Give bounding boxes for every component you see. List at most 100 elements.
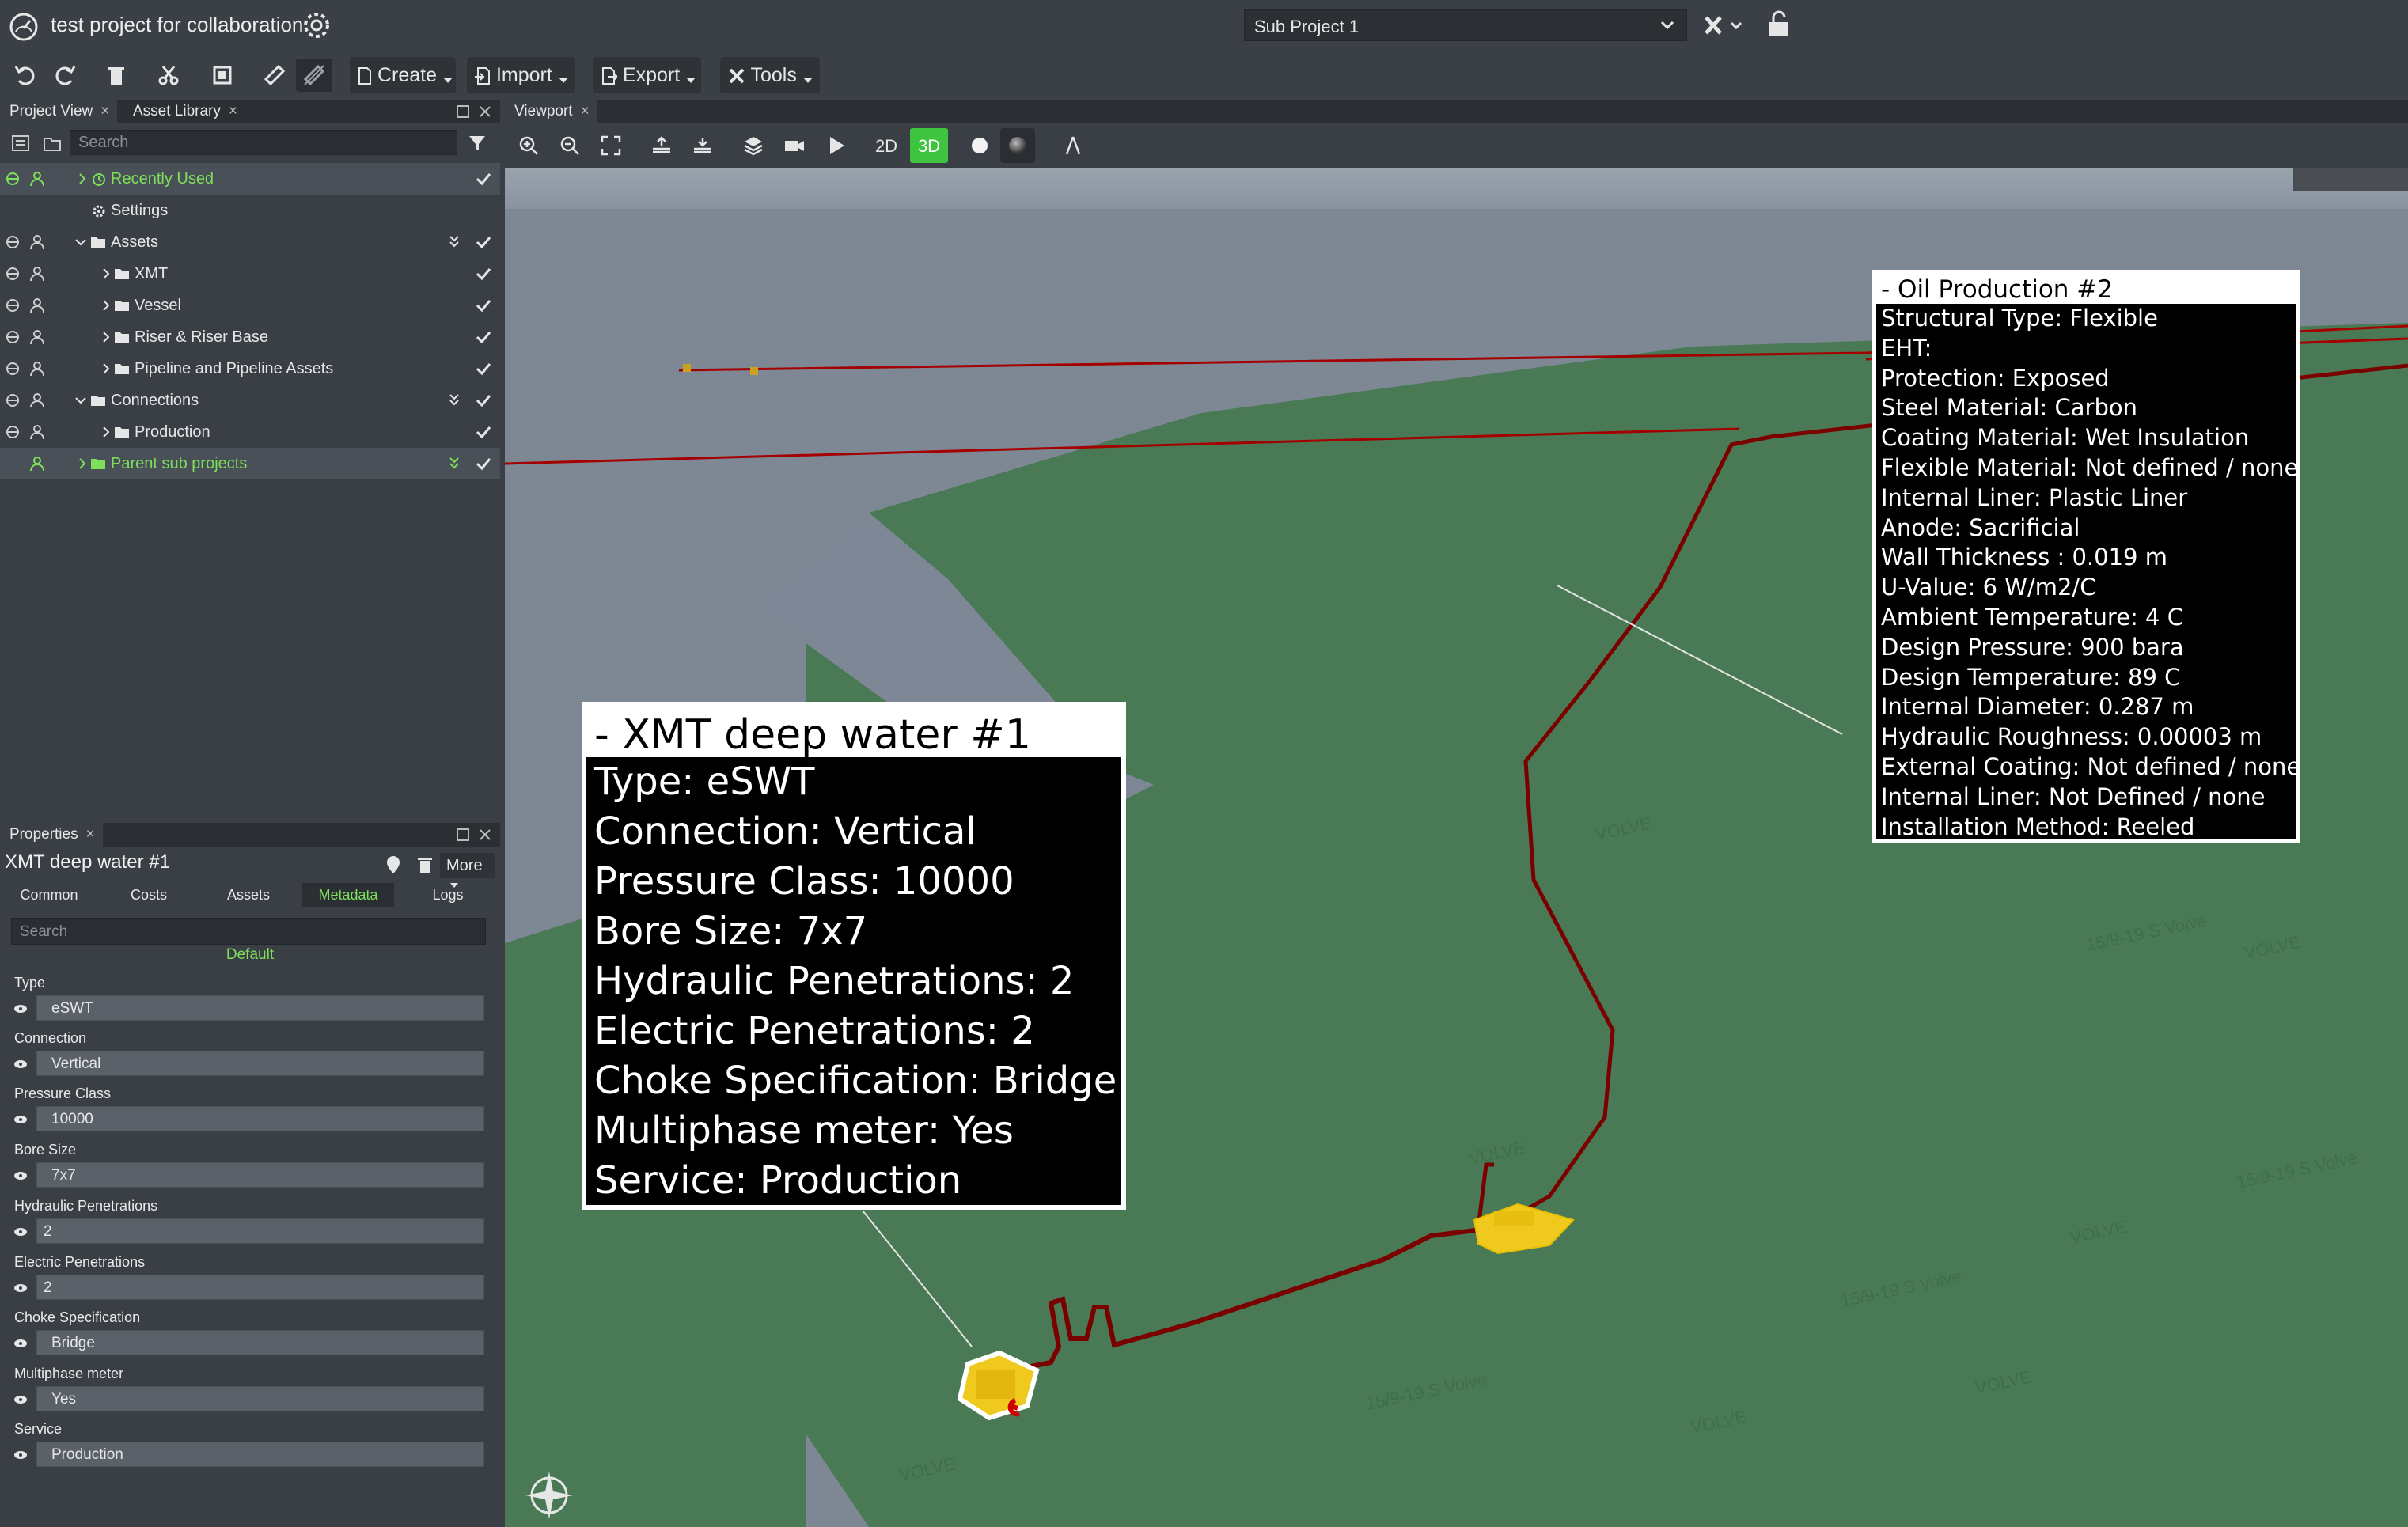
close-icon[interactable]: ×	[86, 826, 95, 843]
eye-icon[interactable]	[13, 1170, 28, 1181]
globe-icon[interactable]	[5, 424, 22, 440]
eye-icon[interactable]	[13, 1338, 28, 1349]
collapse-all-icon[interactable]	[448, 234, 461, 250]
properties-search-input[interactable]: Search	[11, 918, 486, 945]
lock-icon[interactable]	[1763, 8, 1795, 41]
ruler-icon[interactable]	[256, 59, 293, 92]
zoom-out-button[interactable]	[552, 128, 587, 163]
chevron-right-icon[interactable]	[101, 299, 111, 312]
eye-icon[interactable]	[13, 1114, 28, 1125]
globe-icon[interactable]	[5, 297, 22, 313]
cut-button[interactable]	[150, 59, 187, 92]
chevron-right-icon[interactable]	[101, 426, 111, 438]
user-icon[interactable]	[28, 424, 46, 440]
chevron-right-icon[interactable]	[78, 172, 87, 185]
check-icon[interactable]	[475, 171, 492, 187]
lower-button[interactable]	[685, 128, 720, 163]
delete-button[interactable]	[98, 59, 135, 92]
user-icon[interactable]	[28, 266, 46, 282]
field-pressure-class[interactable]: 10000	[36, 1106, 484, 1131]
globe-icon[interactable]	[5, 329, 22, 345]
tab-asset-library[interactable]: Asset Library ×	[123, 100, 245, 123]
chevron-down-icon[interactable]	[74, 237, 87, 247]
user-icon[interactable]	[28, 234, 46, 250]
measure-toggle-button[interactable]	[296, 59, 332, 92]
check-icon[interactable]	[475, 329, 492, 345]
tab-costs[interactable]: Costs	[103, 883, 195, 907]
export-menu-button[interactable]: Export	[593, 57, 701, 93]
tab-properties[interactable]: Properties ×	[0, 823, 103, 847]
tab-project-view[interactable]: Project View ×	[0, 100, 118, 123]
tab-viewport[interactable]: Viewport ×	[505, 100, 597, 123]
eye-icon[interactable]	[13, 1003, 28, 1014]
frame-select-button[interactable]	[204, 59, 241, 92]
user-icon[interactable]	[28, 392, 46, 408]
tab-assets[interactable]: Assets	[203, 883, 294, 907]
user-icon[interactable]	[28, 456, 46, 472]
field-choke-specification[interactable]: Bridge	[36, 1330, 484, 1355]
tree-item-pipeline[interactable]: Pipeline and Pipeline Assets	[0, 353, 500, 385]
globe-icon[interactable]	[5, 171, 22, 187]
check-icon[interactable]	[475, 456, 492, 472]
collapse-all-icon[interactable]	[448, 456, 461, 472]
close-icon[interactable]	[476, 103, 494, 120]
close-icon[interactable]	[476, 826, 494, 843]
fit-view-button[interactable]	[593, 128, 628, 163]
user-icon[interactable]	[28, 329, 46, 345]
trash-icon[interactable]	[415, 854, 435, 875]
field-service[interactable]: Production	[36, 1442, 484, 1467]
tree-item-riser[interactable]: Riser & Riser Base	[0, 321, 500, 353]
filter-icon[interactable]	[467, 133, 487, 153]
maximize-icon[interactable]	[454, 826, 472, 843]
play-button[interactable]	[818, 128, 853, 163]
tools-menu-icon[interactable]	[1700, 9, 1749, 41]
globe-icon[interactable]	[5, 234, 22, 250]
check-icon[interactable]	[475, 266, 492, 282]
dashboard-icon[interactable]	[8, 11, 40, 43]
close-icon[interactable]: ×	[581, 103, 590, 119]
field-connection[interactable]: Vertical	[36, 1051, 484, 1076]
tab-common[interactable]: Common	[3, 883, 95, 907]
check-icon[interactable]	[475, 361, 492, 377]
check-icon[interactable]	[475, 234, 492, 250]
tree-item-recently-used[interactable]: Recently Used	[0, 163, 500, 195]
tree-item-xmt[interactable]: XMT	[0, 258, 500, 290]
field-electric-penetrations[interactable]: 2	[36, 1275, 484, 1300]
chevron-right-icon[interactable]	[78, 457, 87, 470]
tab-metadata[interactable]: Metadata	[302, 883, 394, 907]
eye-icon[interactable]	[13, 1394, 28, 1405]
tree-item-production[interactable]: Production	[0, 416, 500, 448]
tree-search-input[interactable]: Search	[70, 130, 457, 155]
mode-3d-button[interactable]: 3D	[910, 128, 948, 163]
user-icon[interactable]	[28, 361, 46, 377]
undo-button[interactable]	[6, 59, 43, 92]
folder-icon[interactable]	[43, 135, 62, 152]
sub-project-select[interactable]: Sub Project 1	[1244, 9, 1687, 41]
chevron-right-icon[interactable]	[101, 267, 111, 280]
check-icon[interactable]	[475, 392, 492, 408]
maximize-icon[interactable]	[454, 103, 472, 120]
compass-button[interactable]	[1056, 128, 1090, 163]
create-menu-button[interactable]: Create	[350, 57, 456, 93]
field-bore-size[interactable]: 7x7	[36, 1162, 484, 1188]
field-type[interactable]: eSWT	[36, 995, 484, 1021]
import-menu-button[interactable]: Import	[467, 57, 575, 93]
tools-menu-button[interactable]: Tools	[720, 57, 820, 93]
eye-icon[interactable]	[13, 1226, 28, 1237]
xmt-deep-water-1[interactable]	[957, 1350, 1040, 1421]
field-multiphase-meter[interactable]: Yes	[36, 1386, 484, 1411]
tree-item-vessel[interactable]: Vessel	[0, 290, 500, 321]
user-icon[interactable]	[28, 297, 46, 313]
tree-item-settings[interactable]: Settings	[0, 195, 500, 226]
close-icon[interactable]: ×	[229, 103, 237, 119]
check-icon[interactable]	[475, 297, 492, 313]
zoom-in-button[interactable]	[511, 128, 546, 163]
tab-logs[interactable]: Logs	[402, 883, 494, 907]
tree-item-connections[interactable]: Connections	[0, 385, 500, 416]
check-icon[interactable]	[475, 424, 492, 440]
chevron-down-icon[interactable]	[74, 396, 87, 405]
eye-icon[interactable]	[13, 1449, 28, 1461]
chevron-right-icon[interactable]	[101, 331, 111, 343]
field-hydraulic-penetrations[interactable]: 2	[36, 1218, 484, 1244]
globe-icon[interactable]	[5, 392, 22, 408]
